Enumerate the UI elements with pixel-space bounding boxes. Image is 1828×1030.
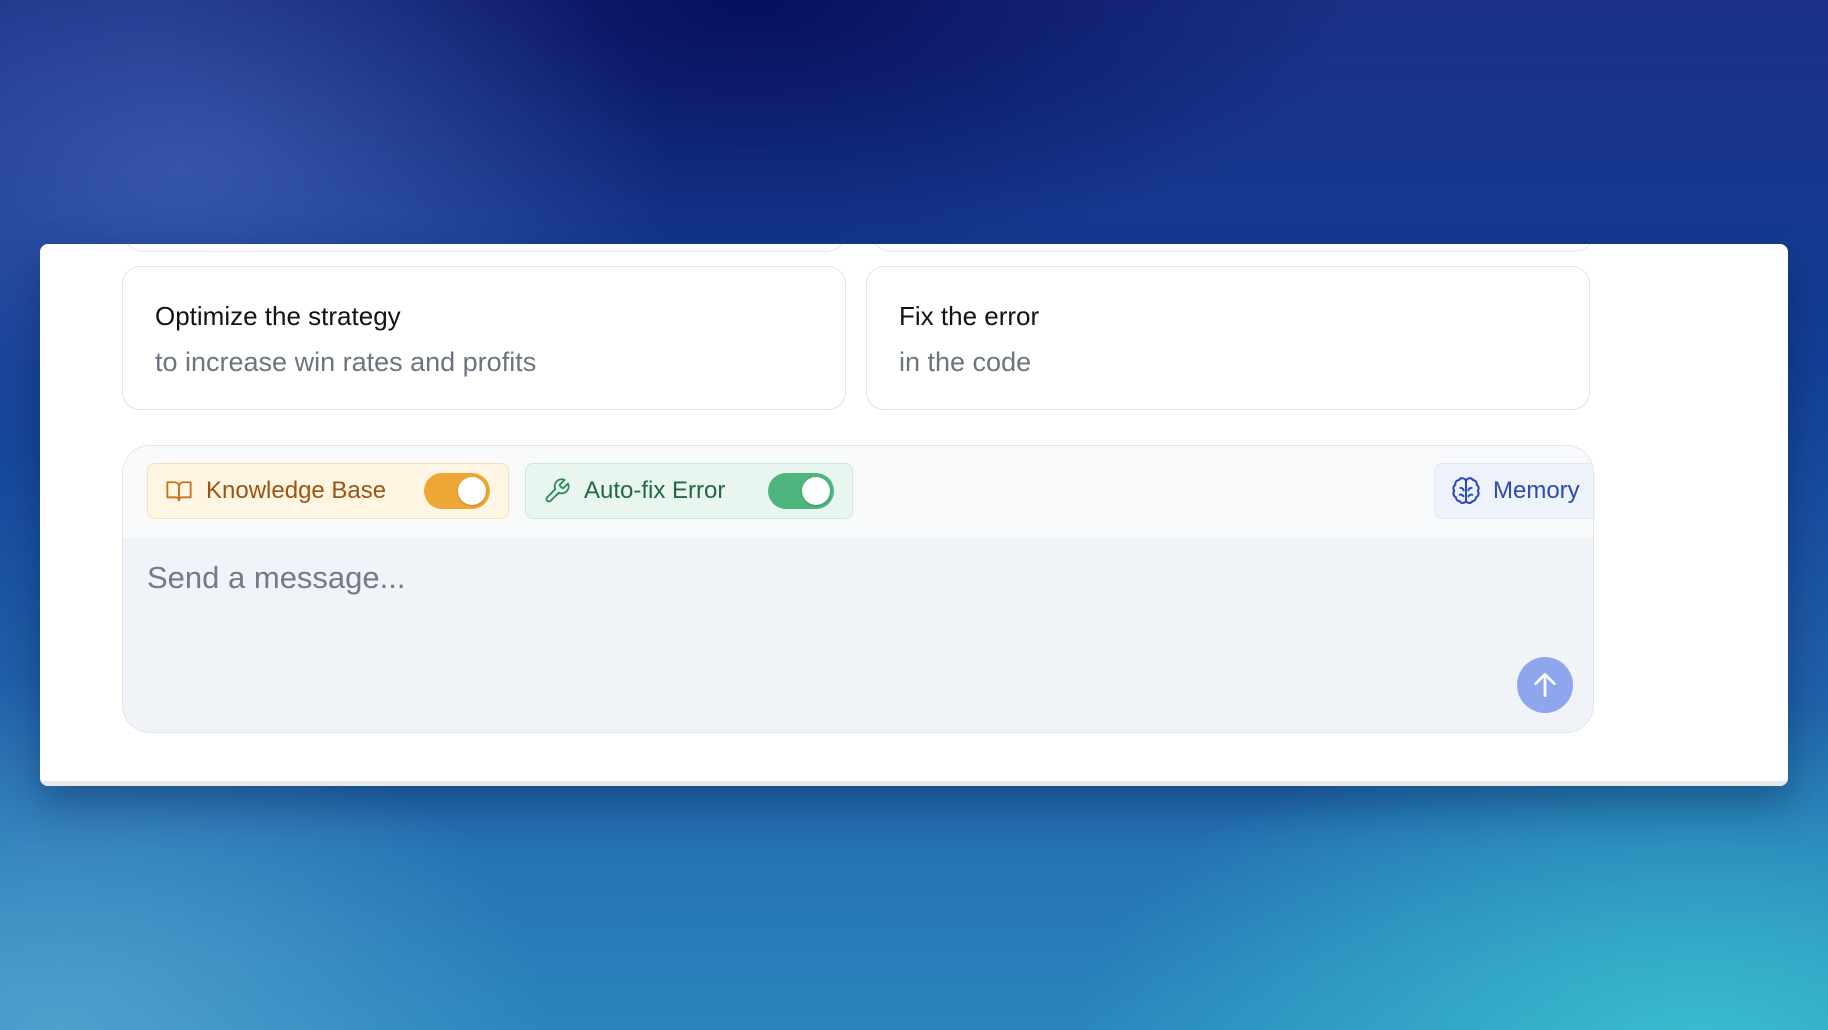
toggle-knob — [458, 477, 486, 505]
knowledge-base-label: Knowledge Base — [206, 477, 387, 504]
toggle-knob — [802, 477, 830, 505]
memory-button[interactable]: Memory — [1434, 463, 1593, 519]
auto-fix-error-label: Auto-fix Error — [584, 477, 726, 504]
arrow-up-icon — [1529, 669, 1561, 701]
knowledge-base-chip[interactable]: Knowledge Base — [147, 463, 509, 519]
suggestion-title: Optimize the strategy — [155, 301, 401, 331]
auto-fix-error-toggle[interactable] — [768, 473, 834, 509]
suggestion-subtitle: in the code — [899, 347, 1032, 377]
chat-panel: Optimize the strategy to increase win ra… — [40, 244, 1788, 786]
suggestion-card-hidden-right — [870, 244, 1596, 252]
suggestion-subtitle: to increase win rates and profits — [155, 347, 537, 377]
message-input[interactable] — [147, 558, 1447, 598]
auto-fix-error-chip[interactable]: Auto-fix Error — [525, 463, 853, 519]
send-button[interactable] — [1517, 657, 1573, 713]
suggestion-card-fix-error[interactable]: Fix the error in the code — [866, 266, 1590, 410]
panel-bottom-border — [40, 781, 1788, 786]
suggestion-card-optimize-strategy[interactable]: Optimize the strategy to increase win ra… — [122, 266, 846, 410]
suggestion-title: Fix the error — [899, 301, 1040, 331]
memory-label: Memory — [1493, 477, 1580, 504]
book-open-icon — [164, 476, 194, 506]
message-composer: Knowledge Base Auto-fix Error Memory Sen… — [122, 445, 1594, 733]
suggestion-card-hidden-left — [122, 244, 848, 252]
brain-icon — [1451, 476, 1481, 506]
composer-toolbar: Knowledge Base Auto-fix Error Memory — [123, 446, 1593, 538]
wrench-icon — [542, 476, 572, 506]
knowledge-base-toggle[interactable] — [424, 473, 490, 509]
